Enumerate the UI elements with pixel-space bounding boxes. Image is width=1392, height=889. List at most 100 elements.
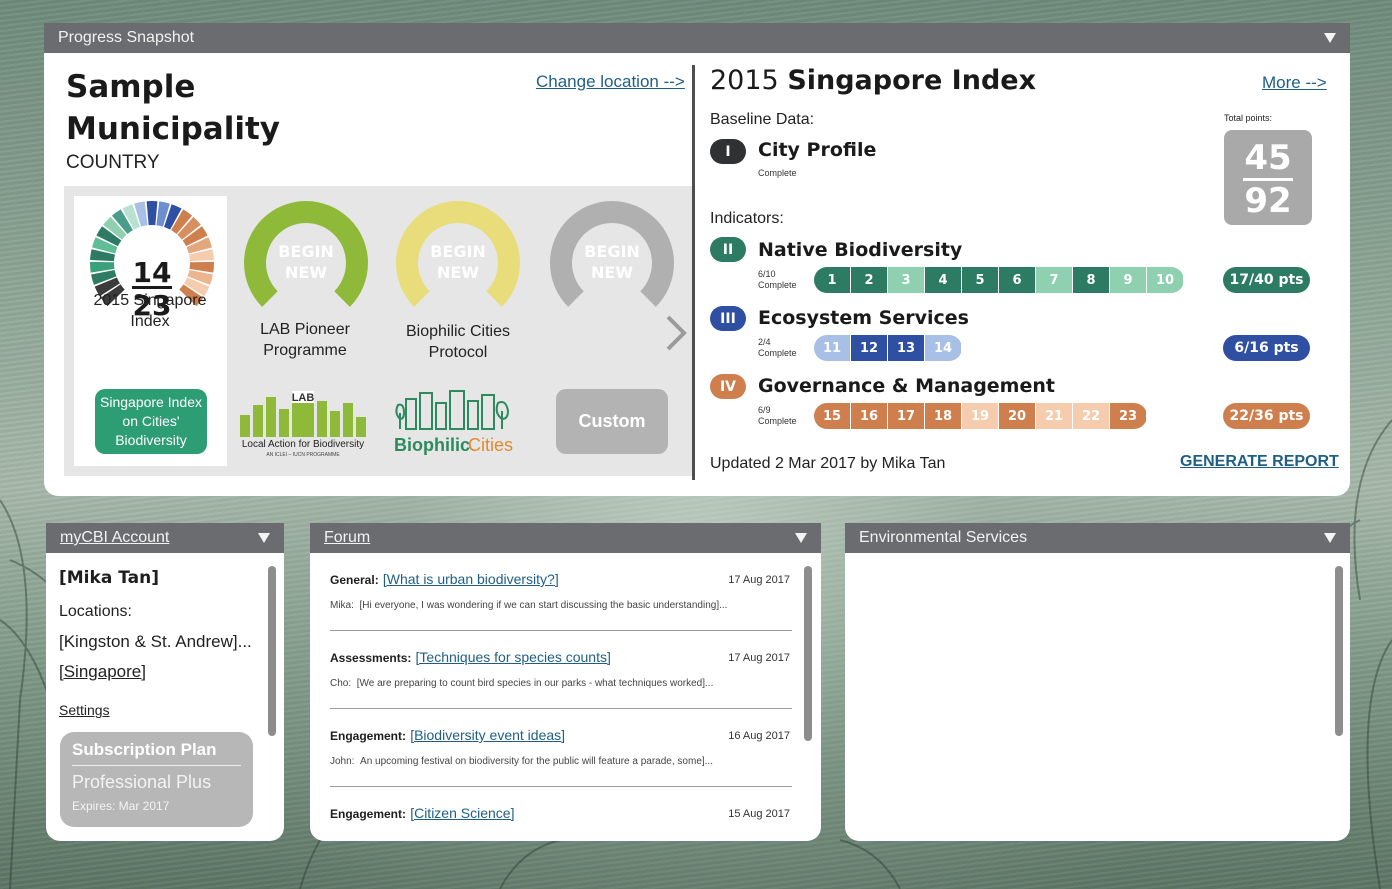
- post-title-link[interactable]: [Citizen Science]: [410, 805, 514, 821]
- gauge-begin-text: BEGIN: [278, 242, 334, 261]
- forum-post[interactable]: Engagement: [Biodiversity event ideas] 1…: [330, 709, 792, 787]
- env-services-scrollbar[interactable]: [1335, 566, 1343, 736]
- governance-management-indicators: 15 16 17 18 19 20 21 22 23: [814, 403, 1147, 429]
- biophilic-cities-logo[interactable]: Biophilic Cities: [394, 389, 524, 459]
- indicator-pill-13[interactable]: 13: [888, 335, 924, 361]
- subscription-plan-card[interactable]: Subscription Plan Professional Plus Expi…: [60, 732, 253, 827]
- indicator-pill-3[interactable]: 3: [888, 267, 924, 293]
- post-category: Engagement:: [330, 729, 407, 743]
- municipality-name: Sample Municipality: [66, 69, 281, 147]
- city-profile-title[interactable]: City Profile: [758, 139, 876, 161]
- indicator-pill-6[interactable]: 6: [999, 267, 1035, 293]
- total-points-earned: 45: [1244, 138, 1292, 178]
- collapse-triangle-icon[interactable]: [795, 533, 807, 543]
- custom-gauge[interactable]: BEGIN NEW: [548, 201, 676, 311]
- indicator-pill-14[interactable]: 14: [925, 335, 961, 361]
- native-biodiversity-title[interactable]: Native Biodiversity: [758, 239, 962, 261]
- lab-logo[interactable]: LAB Local Action for Biodiversity AN ICL…: [236, 387, 374, 459]
- chevron-right-icon[interactable]: [664, 313, 688, 353]
- gauge-new-text: NEW: [437, 263, 479, 282]
- indicator-pill-4[interactable]: 4: [925, 267, 961, 293]
- post-excerpt: John: An upcoming festival on biodiversi…: [330, 756, 713, 767]
- post-excerpt-text: An upcoming festival on biodiversity for…: [360, 756, 713, 767]
- ecosystem-services-title[interactable]: Ecosystem Services: [758, 307, 969, 329]
- indicator-pill-23[interactable]: 23: [1110, 403, 1146, 429]
- post-excerpt: Cho: [We are preparing to count bird spe…: [330, 678, 713, 689]
- location-singapore-link[interactable]: [Singapore]: [59, 662, 146, 682]
- biophilic-gauge[interactable]: BEGIN NEW: [394, 201, 522, 311]
- forum-scrollbar[interactable]: [804, 566, 812, 741]
- indicator-pill-22[interactable]: 22: [1073, 403, 1109, 429]
- change-location-link[interactable]: Change location -->: [536, 72, 685, 92]
- native-biodiversity-count: 6/10: [758, 269, 776, 279]
- indicator-pill-20[interactable]: 20: [999, 403, 1035, 429]
- cities-logo-word: Cities: [468, 435, 513, 455]
- progress-snapshot-header: Progress Snapshot: [44, 23, 1350, 53]
- gauge-segment: [146, 201, 158, 226]
- post-title-link[interactable]: [What is urban biodiversity?]: [383, 571, 559, 587]
- native-biodiversity-progress: 6/10 Complete: [758, 269, 797, 291]
- indicator-pill-21[interactable]: 21: [1036, 403, 1072, 429]
- forum-post[interactable]: Engagement: [Citizen Science] 15 Aug 201…: [330, 787, 792, 841]
- gauge-label-singapore: 2015 Singapore Index: [93, 292, 207, 330]
- indicator-pill-15[interactable]: 15: [814, 403, 850, 429]
- post-title-link[interactable]: [Techniques for species counts]: [416, 649, 611, 665]
- post-category: General:: [330, 573, 379, 587]
- collapse-triangle-icon[interactable]: [1324, 533, 1336, 543]
- governance-management-progress: 6/9 Complete: [758, 405, 797, 427]
- post-excerpt-text: [Hi everyone, I was wondering if we can …: [359, 600, 728, 611]
- indicator-pill-8[interactable]: 8: [1073, 267, 1109, 293]
- post-heading: General: [What is urban biodiversity?]: [330, 571, 559, 588]
- indicator-pill-1[interactable]: 1: [814, 267, 850, 293]
- indicator-pill-10[interactable]: 10: [1147, 267, 1183, 293]
- post-category: Assessments:: [330, 651, 412, 665]
- lab-gauge[interactable]: BEGIN NEW: [242, 201, 370, 311]
- indicator-pill-19[interactable]: 19: [962, 403, 998, 429]
- collapse-triangle-icon[interactable]: [1324, 33, 1336, 43]
- custom-button[interactable]: Custom: [556, 389, 668, 454]
- generate-report-link[interactable]: GENERATE REPORT: [1180, 453, 1339, 471]
- index-year: 2015: [710, 65, 779, 96]
- indicator-pill-7[interactable]: 7: [1036, 267, 1072, 293]
- panel-title: Progress Snapshot: [58, 29, 195, 46]
- post-title-link[interactable]: [Biodiversity event ideas]: [410, 727, 565, 743]
- ecosystem-services-count: 2/4: [758, 337, 771, 347]
- more-link[interactable]: More -->: [1262, 73, 1327, 93]
- index-title: 2015 Singapore Index: [710, 65, 1036, 96]
- governance-management-title[interactable]: Governance & Management: [758, 375, 1055, 397]
- indicator-pill-9[interactable]: 9: [1110, 267, 1146, 293]
- gauge-label-biophilic: Biophilic Cities Protocol: [405, 323, 511, 361]
- singapore-index-button[interactable]: Singapore Index on Cities' Biodiversity: [95, 389, 207, 454]
- post-heading: Engagement: [Citizen Science]: [330, 805, 514, 822]
- settings-link[interactable]: Settings: [59, 702, 110, 718]
- collapse-triangle-icon[interactable]: [258, 533, 270, 543]
- forum-post[interactable]: General: [What is urban biodiversity?] 1…: [330, 553, 792, 631]
- account-title-link[interactable]: myCBI Account: [60, 529, 169, 547]
- indicator-pill-17[interactable]: 17: [888, 403, 924, 429]
- native-biodiversity-status: Complete: [758, 280, 797, 290]
- total-points-label: Total points:: [1224, 113, 1273, 123]
- forum-title-link[interactable]: Forum: [324, 529, 370, 547]
- indicator-pill-12[interactable]: 12: [851, 335, 887, 361]
- forum-post[interactable]: Assessments: [Techniques for species cou…: [330, 631, 792, 709]
- indicator-pill-11[interactable]: 11: [814, 335, 850, 361]
- indicator-pill-2[interactable]: 2: [851, 267, 887, 293]
- ecosystem-services-indicators: 11 12 13 14: [814, 335, 962, 361]
- total-points-box: 45 92: [1224, 130, 1312, 225]
- location-kingston: [Kingston & St. Andrew]...: [59, 632, 252, 651]
- roman-badge-iii: III: [710, 306, 746, 331]
- country-name: COUNTRY: [66, 152, 160, 173]
- baseline-data-label: Baseline Data:: [710, 111, 815, 128]
- subscription-plan-name: Professional Plus: [72, 772, 212, 792]
- post-author: Mika:: [330, 600, 354, 611]
- roman-badge-i: I: [710, 139, 746, 164]
- lab-logo-subtitle: Local Action for Biodiversity: [242, 439, 364, 450]
- account-scrollbar[interactable]: [268, 566, 276, 736]
- post-excerpt: Mika: [Hi everyone, I was wondering if w…: [330, 600, 727, 611]
- indicator-pill-16[interactable]: 16: [851, 403, 887, 429]
- subscription-plan-title: Subscription Plan: [72, 740, 241, 766]
- lab-logo-tagline: AN ICLEI – IUCN PROGRAMME: [266, 452, 340, 458]
- indicator-pill-18[interactable]: 18: [925, 403, 961, 429]
- indicator-pill-5[interactable]: 5: [962, 267, 998, 293]
- vertical-divider: [692, 65, 695, 480]
